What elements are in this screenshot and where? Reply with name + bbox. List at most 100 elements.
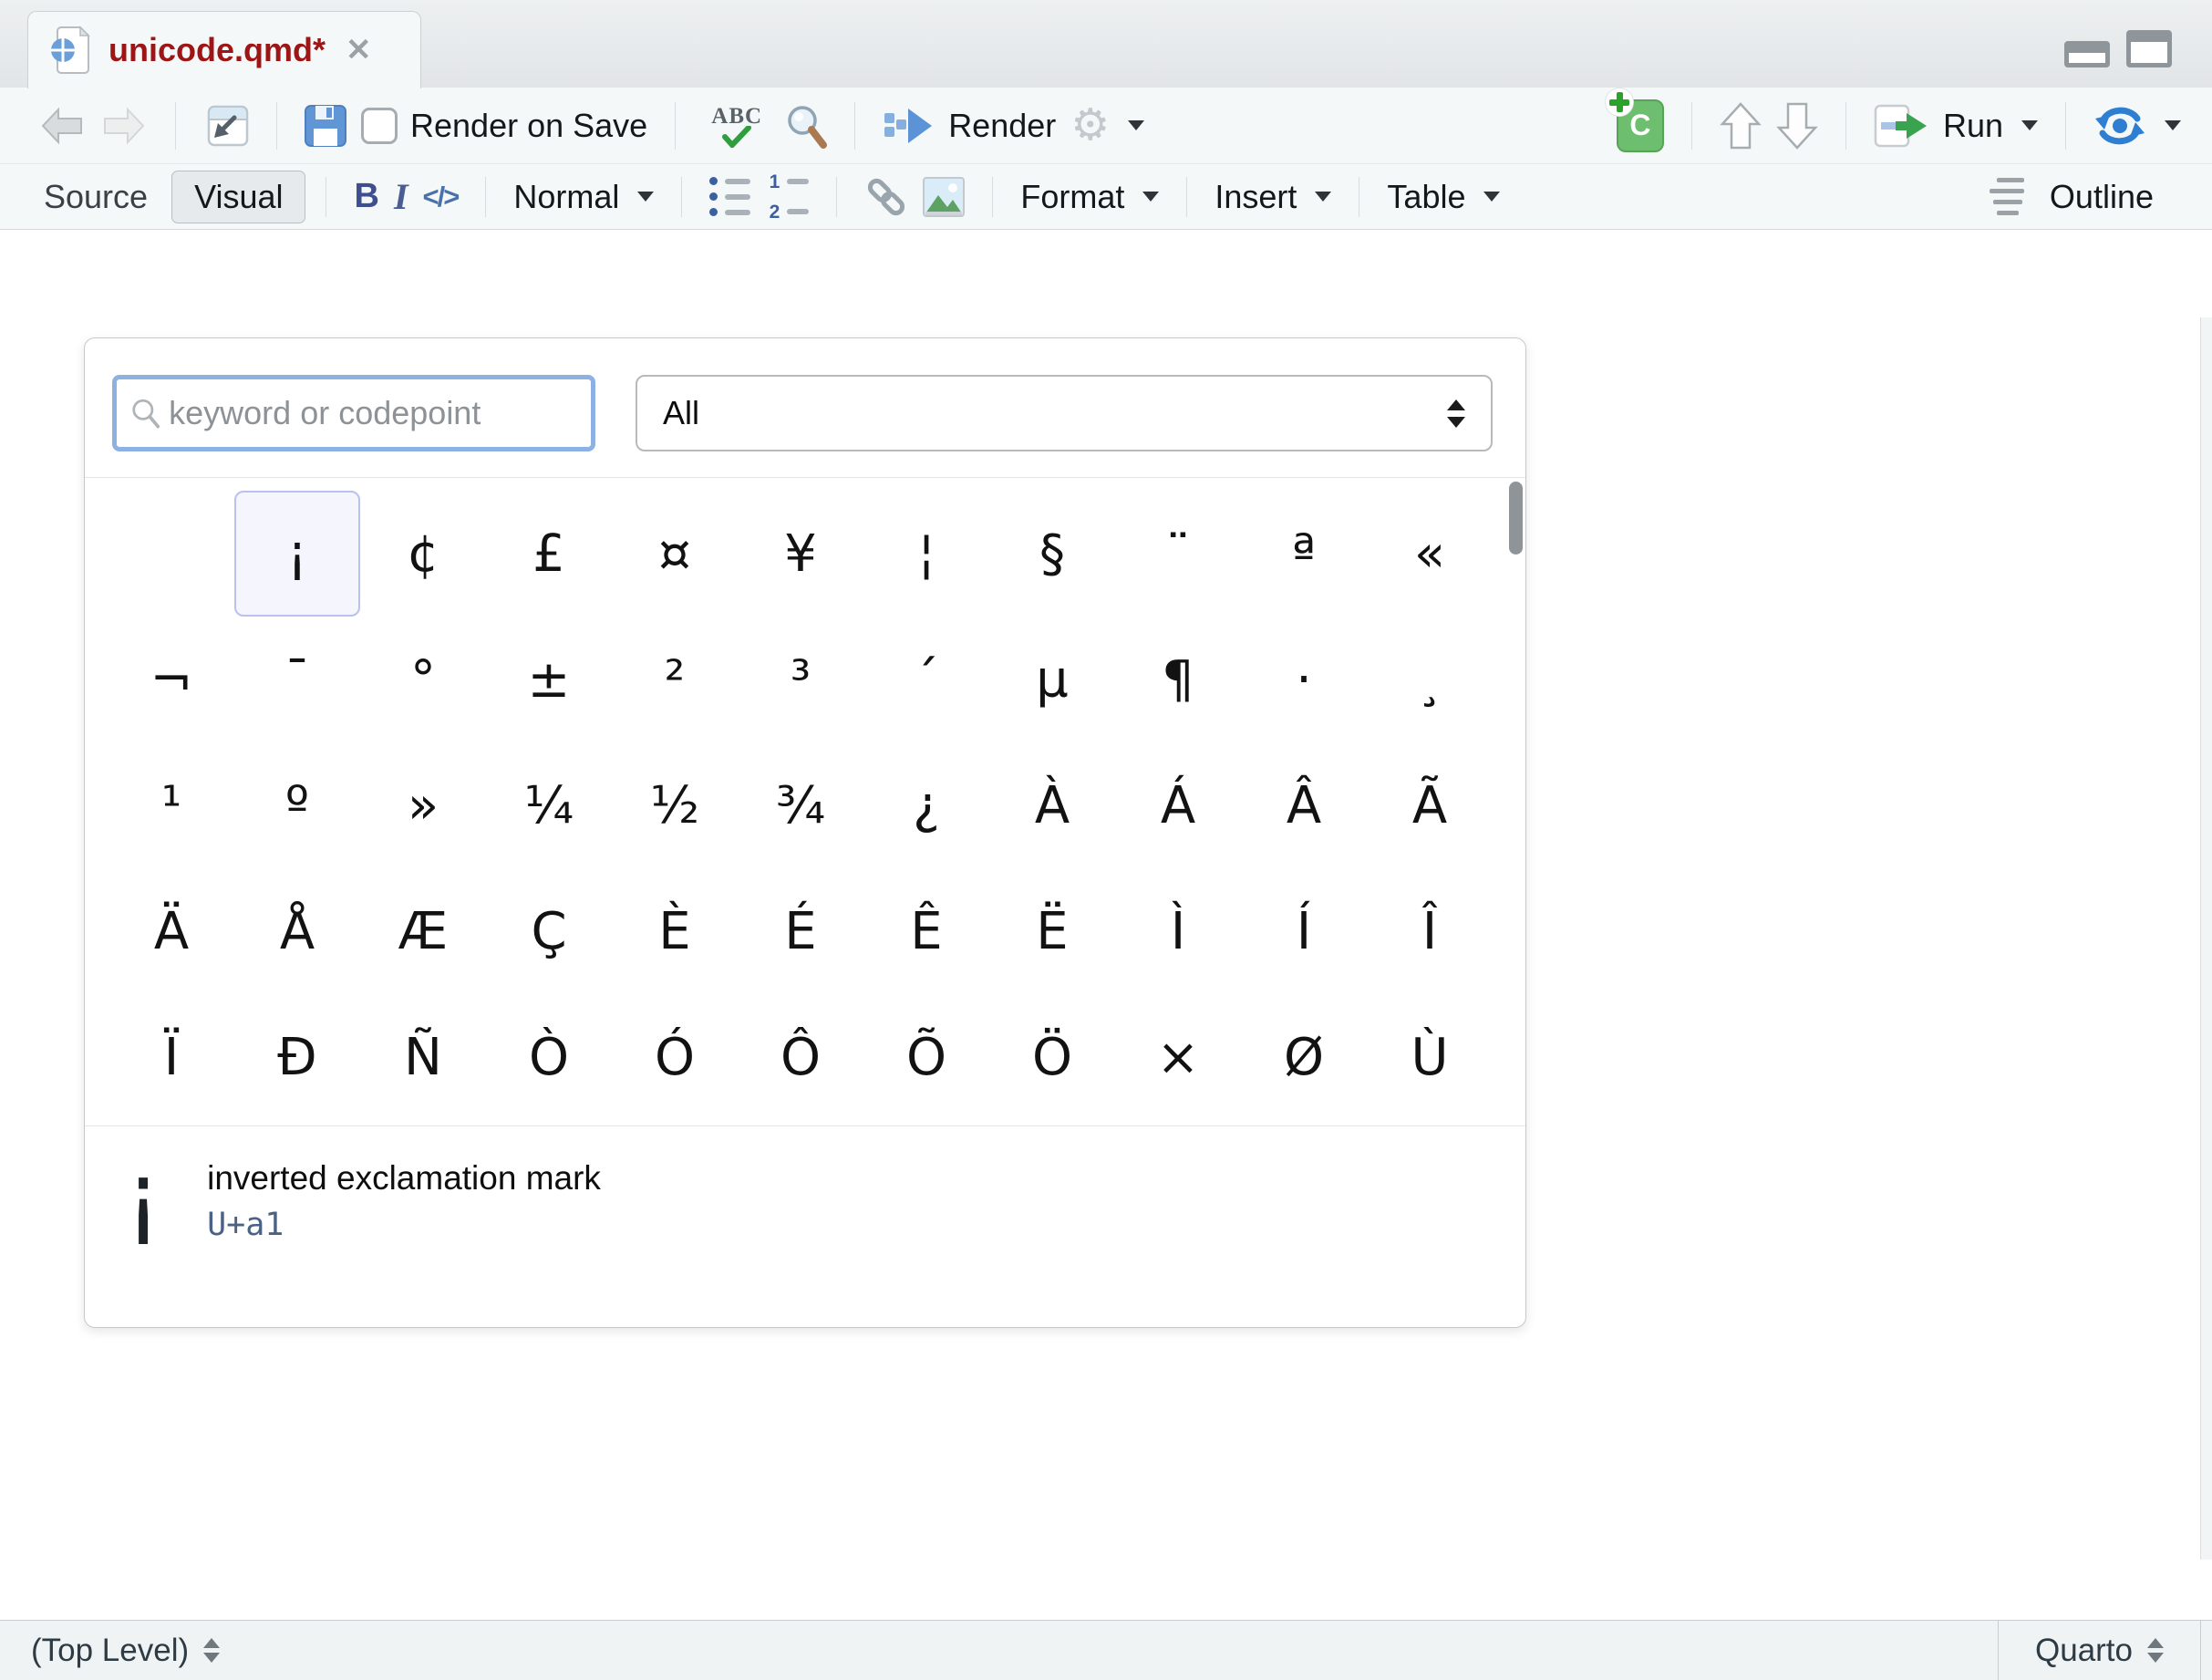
symbol-cell[interactable]: ª [1241, 491, 1367, 617]
symbol-cell[interactable]: Ä [109, 868, 234, 994]
go-previous-section-button[interactable] [1712, 101, 1769, 150]
symbol-cell[interactable]: Ë [989, 868, 1115, 994]
symbol-cell[interactable]: ½ [612, 742, 738, 868]
run-button[interactable]: Run [1866, 104, 2045, 148]
render-on-save-toggle[interactable]: Render on Save [354, 107, 655, 145]
insert-menu[interactable]: Insert [1207, 178, 1339, 216]
link-button[interactable] [857, 175, 915, 219]
spellcheck-button[interactable]: ABC [696, 104, 778, 148]
format-menu[interactable]: Format [1013, 178, 1166, 216]
symbol-cell[interactable]: ° [360, 617, 486, 742]
visual-mode-button[interactable]: Visual [171, 171, 305, 223]
symbol-cell[interactable]: ¹ [109, 742, 234, 868]
symbol-cell[interactable]: Î [1367, 868, 1493, 994]
symbol-cell[interactable]: Â [1241, 742, 1367, 868]
symbol-cell[interactable]: £ [486, 491, 612, 617]
scrollbar-thumb[interactable] [1509, 482, 1523, 555]
document-mode-selector[interactable]: Quarto [1998, 1621, 2200, 1680]
symbol-cell[interactable]: À [989, 742, 1115, 868]
maximize-icon[interactable] [2126, 30, 2172, 67]
symbol-cell[interactable]: ¶ [1115, 617, 1241, 742]
editor-tab-unicode[interactable]: unicode.qmd* ✕ [27, 11, 421, 88]
symbol-cell[interactable]: ¾ [738, 742, 863, 868]
symbol-cell[interactable]: ³ [738, 617, 863, 742]
symbol-cell[interactable]: ¢ [360, 491, 486, 617]
symbol-cell[interactable]: Ñ [360, 994, 486, 1120]
go-next-section-button[interactable] [1769, 101, 1825, 150]
render-options-button[interactable]: ⚙ [1063, 104, 1152, 148]
statusbar-endcap [2200, 1621, 2212, 1680]
symbol-cell[interactable]: º [234, 742, 360, 868]
italic-button[interactable]: I [387, 175, 416, 218]
outline-toggle-button[interactable]: Outline [1982, 178, 2161, 216]
open-in-window-button[interactable] [196, 105, 256, 147]
symbol-cell[interactable]: µ [989, 617, 1115, 742]
italic-icon: I [394, 175, 408, 218]
symbol-cell[interactable]: Í [1241, 868, 1367, 994]
minimize-icon[interactable] [2064, 41, 2110, 67]
table-menu[interactable]: Table [1380, 178, 1507, 216]
symbol-cell[interactable]: ¸ [1367, 617, 1493, 742]
insert-chunk-button[interactable]: C [1609, 99, 1671, 152]
paragraph-style-dropdown[interactable]: Normal [506, 178, 661, 216]
symbol-cell[interactable]: ¨ [1115, 491, 1241, 617]
save-button[interactable] [297, 105, 354, 147]
numbered-list-button[interactable]: 1 2 [758, 172, 816, 222]
symbol-cell[interactable]: ¼ [486, 742, 612, 868]
symbol-cell[interactable]: Ê [863, 868, 989, 994]
bullet-list-button[interactable] [702, 177, 758, 216]
symbol-cell[interactable]: Å [234, 868, 360, 994]
symbol-cell[interactable]: « [1367, 491, 1493, 617]
forward-button[interactable] [93, 105, 155, 147]
symbol-category-select[interactable]: All [636, 375, 1493, 451]
symbol-cell[interactable]: Ó [612, 994, 738, 1120]
image-button[interactable] [915, 177, 972, 217]
symbol-cell[interactable]: È [612, 868, 738, 994]
symbol-cell[interactable]: ¦ [863, 491, 989, 617]
symbol-cell[interactable]: ± [486, 617, 612, 742]
symbol-cell[interactable]: ¬ [109, 617, 234, 742]
find-replace-button[interactable] [778, 103, 834, 149]
tab-close-icon[interactable]: ✕ [346, 32, 372, 68]
symbol-cell[interactable]: § [989, 491, 1115, 617]
back-button[interactable] [31, 105, 93, 147]
bold-button[interactable]: B [346, 177, 386, 216]
symbol-cell[interactable]: Ö [989, 994, 1115, 1120]
symbol-cell[interactable]: Ï [109, 994, 234, 1120]
symbol-cell[interactable]: Õ [863, 994, 989, 1120]
symbol-cell[interactable] [109, 491, 234, 617]
symbol-cell[interactable]: Æ [360, 868, 486, 994]
symbol-search-box[interactable] [112, 375, 595, 451]
code-button[interactable]: </> [416, 181, 466, 213]
symbol-cell[interactable]: ¯ [234, 617, 360, 742]
symbol-cell[interactable]: » [360, 742, 486, 868]
symbol-cell[interactable]: É [738, 868, 863, 994]
symbol-search-input[interactable] [169, 394, 576, 432]
symbol-cell[interactable]: Ô [738, 994, 863, 1120]
rerun-button[interactable] [2086, 104, 2188, 148]
symbol-cell[interactable]: ¤ [612, 491, 738, 617]
scope-selector[interactable]: (Top Level) [0, 1633, 251, 1669]
symbol-cell[interactable]: ² [612, 617, 738, 742]
symbol-cell[interactable]: ´ [863, 617, 989, 742]
render-button[interactable]: Render [875, 105, 1063, 147]
symbol-cell[interactable]: Á [1115, 742, 1241, 868]
symbol-grid-scrollbar[interactable] [1509, 482, 1523, 1122]
source-mode-button[interactable]: Source [36, 178, 155, 216]
symbol-cell[interactable]: Ð [234, 994, 360, 1120]
symbol-cell[interactable]: · [1241, 617, 1367, 742]
symbol-cell[interactable]: Ã [1367, 742, 1493, 868]
symbol-cell[interactable]: Ò [486, 994, 612, 1120]
preview-glyph: ¡ [125, 1156, 161, 1238]
symbol-cell[interactable]: Ù [1367, 994, 1493, 1120]
symbol-cell[interactable]: Ø [1241, 994, 1367, 1120]
symbol-cell[interactable]: Ç [486, 868, 612, 994]
symbol-cell[interactable]: × [1115, 994, 1241, 1120]
symbol-cell[interactable]: ¿ [863, 742, 989, 868]
symbol-cell[interactable]: Ì [1115, 868, 1241, 994]
editor-scroll-gutter[interactable] [2200, 317, 2212, 1560]
render-on-save-checkbox[interactable] [361, 108, 398, 144]
symbol-cell-selected[interactable]: ¡ [234, 491, 360, 617]
editor-canvas[interactable]: All ¡¢£¤¥¦§¨ª«¬¯°±²³´µ¶·¸¹º»¼½¾¿ÀÁÂÃÄÅÆÇ… [0, 230, 2212, 1620]
symbol-cell[interactable]: ¥ [738, 491, 863, 617]
